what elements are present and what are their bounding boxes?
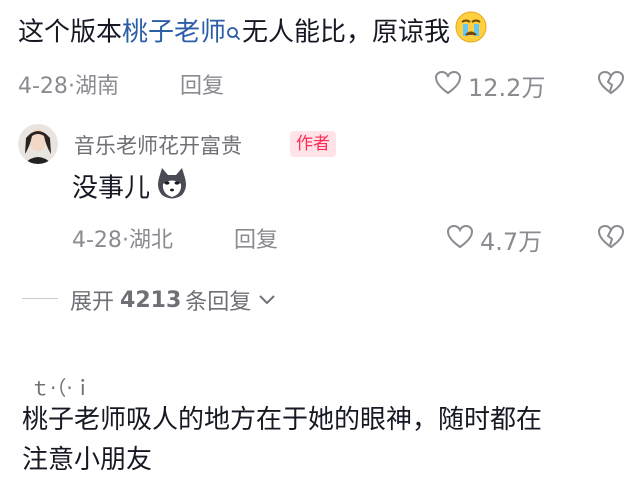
comment-meta: 4-28·湖南 — [18, 74, 119, 99]
heart-icon — [434, 70, 462, 102]
broken-heart-icon[interactable] — [596, 224, 626, 254]
reply-author-name[interactable]: 音乐老师花开富贵 — [74, 130, 242, 160]
broken-heart-icon[interactable] — [596, 70, 626, 100]
mention-link[interactable]: 桃子老师 — [122, 18, 226, 48]
chevron-down-icon — [257, 288, 277, 313]
search-icon[interactable] — [226, 16, 242, 56]
previous-user-cut — [10, 0, 80, 4]
reply-text-row: 没事儿 — [72, 166, 190, 212]
expand-prefix: 展开 — [70, 290, 115, 315]
husky-dog-icon — [154, 166, 190, 212]
reply-text: 没事儿 — [72, 173, 151, 204]
comment-prefix: 这个版本 — [18, 17, 123, 48]
avatar[interactable] — [18, 124, 58, 164]
reply-location: 湖北 — [128, 228, 173, 253]
reply-meta: 4-28·湖北 — [72, 228, 173, 253]
comment-suffix: 无人能比，原谅我 — [242, 17, 451, 48]
expand-count: 4213 — [120, 287, 182, 313]
next-comment-username[interactable]: ｔ·（·ｉ — [30, 372, 93, 401]
reply-like-button[interactable]: 4.7万 — [446, 222, 542, 257]
expand-replies-button[interactable]: 展开 4213 条回复 — [70, 284, 277, 316]
comment-text: 这个版本桃子老师 无人能比，原谅我 — [18, 10, 488, 56]
expand-suffix: 条回复 — [185, 290, 252, 315]
expand-divider — [22, 298, 58, 299]
reply-like-count: 4.7万 — [480, 228, 543, 256]
next-comment-line-1: 桃子老师吸人的地方在于她的眼神，随时都在 — [22, 405, 543, 435]
reply-date: 4-28 — [72, 228, 122, 253]
crying-face-icon — [454, 10, 488, 56]
comment-date: 4-28 — [18, 74, 68, 99]
author-badge: 作者 — [290, 131, 336, 157]
comment-like-button[interactable]: 12.2万 — [434, 68, 545, 103]
comment-location: 湖南 — [74, 74, 119, 99]
comment-like-count: 12.2万 — [468, 74, 546, 102]
next-comment-line-2: 注意小朋友 — [22, 445, 153, 475]
comment-reply-button[interactable]: 回复 — [180, 68, 224, 100]
next-comment-text: 桃子老师吸人的地方在于她的眼神，随时都在 注意小朋友 — [22, 400, 634, 480]
reply-reply-button[interactable]: 回复 — [234, 222, 278, 254]
heart-icon — [446, 224, 474, 256]
